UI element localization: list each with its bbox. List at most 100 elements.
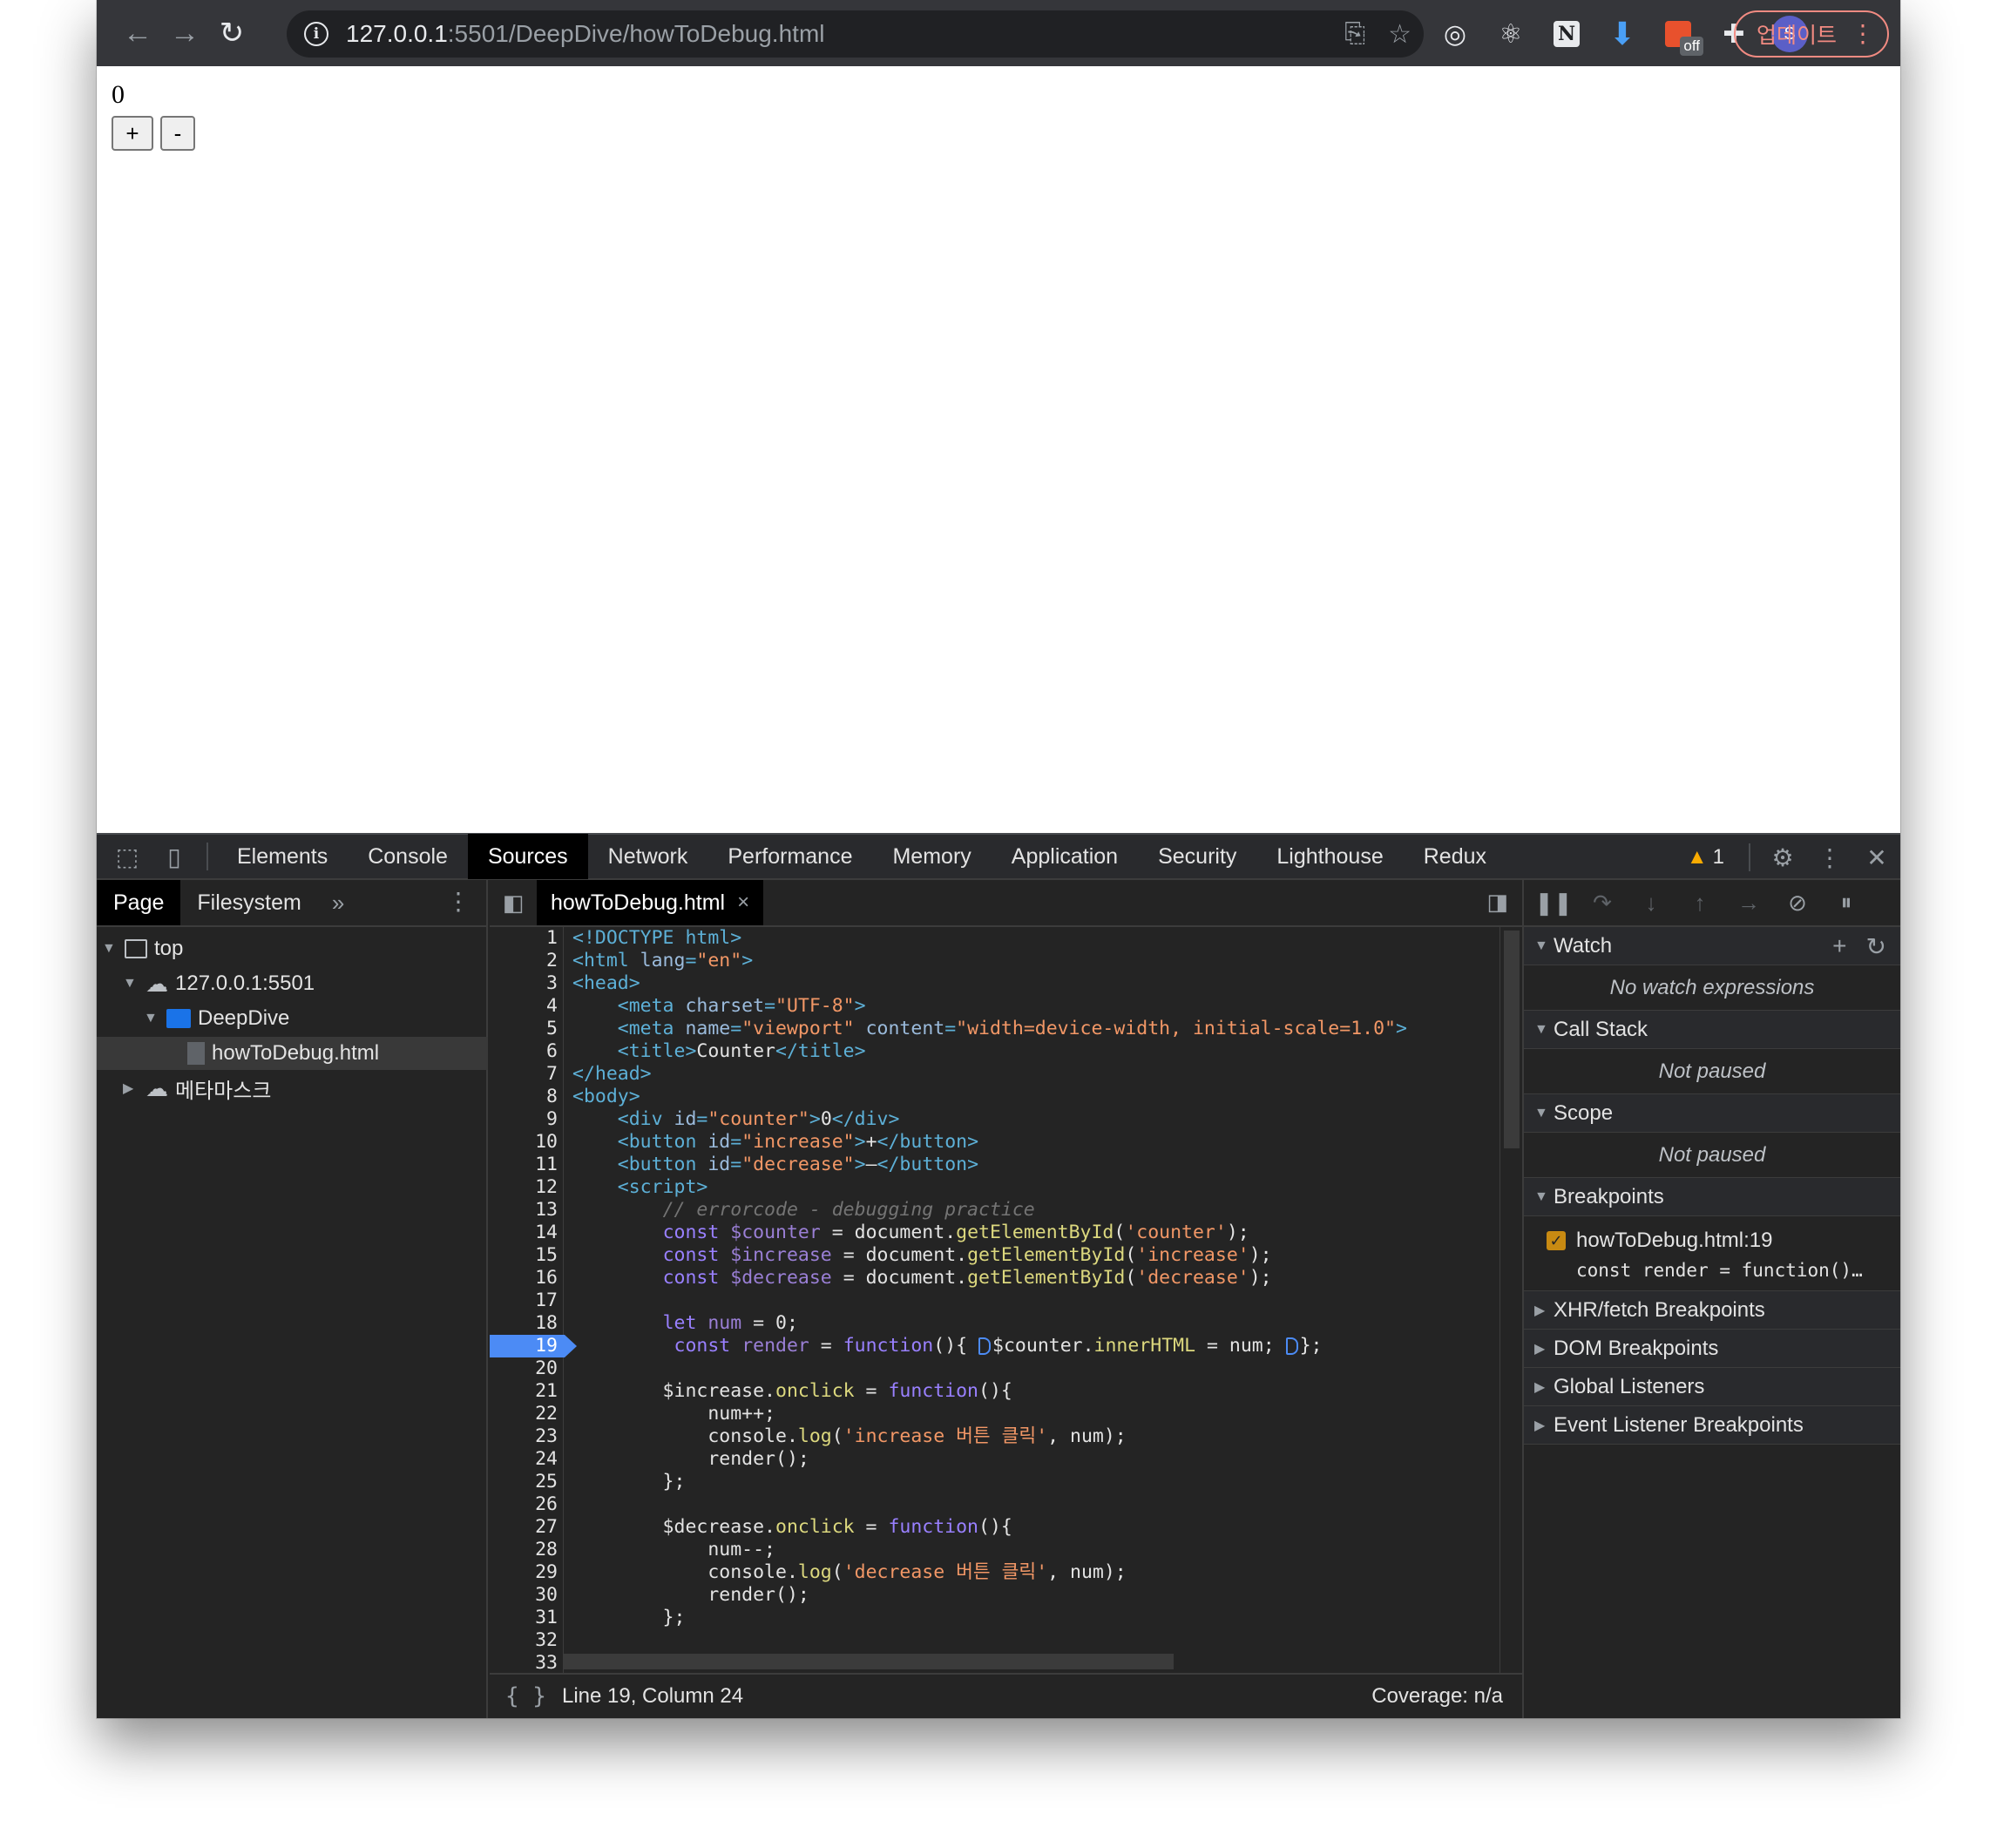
line-number[interactable]: 13: [490, 1199, 558, 1222]
line-number[interactable]: 24: [490, 1448, 558, 1471]
coverage-status[interactable]: Coverage: n/a: [1371, 1684, 1503, 1709]
translate-icon[interactable]: ⎘: [1344, 19, 1365, 49]
toggle-debugger-icon[interactable]: ◨: [1486, 889, 1508, 916]
line-number[interactable]: 30: [490, 1584, 558, 1607]
tree-item-folder[interactable]: ▼ DeepDive: [97, 1002, 488, 1035]
step-over-icon[interactable]: ↷: [1580, 880, 1625, 925]
tab-memory[interactable]: Memory: [872, 834, 991, 879]
line-number[interactable]: 14: [490, 1222, 558, 1244]
kebab-icon[interactable]: ⋮: [446, 887, 470, 916]
close-icon[interactable]: ✕: [1853, 835, 1900, 880]
download-icon[interactable]: ⬇: [1601, 12, 1644, 56]
toggle-navigator-icon[interactable]: ◧: [490, 890, 537, 917]
section-xhr-fetch-breakpoints[interactable]: ▶ XHR/fetch Breakpoints: [1524, 1291, 1900, 1330]
line-number[interactable]: 9: [490, 1108, 558, 1131]
tree-item-file[interactable]: howToDebug.html: [97, 1037, 488, 1070]
tab-filesystem[interactable]: Filesystem: [180, 880, 317, 925]
tree-item-top[interactable]: ▼ top: [97, 932, 488, 965]
address-bar[interactable]: i 127.0.0.1:5501/DeepDive/howToDebug.htm…: [287, 10, 1424, 58]
star-icon[interactable]: ☆: [1388, 19, 1411, 50]
pretty-print-icon[interactable]: { }: [505, 1683, 546, 1709]
line-number[interactable]: 6: [490, 1040, 558, 1063]
line-number[interactable]: 3: [490, 972, 558, 995]
line-number[interactable]: 17: [490, 1290, 558, 1312]
back-arrow-icon[interactable]: ←: [114, 10, 161, 57]
notion-extension[interactable]: N: [1545, 12, 1588, 56]
section-dom-breakpoints[interactable]: ▶ DOM Breakpoints: [1524, 1330, 1900, 1368]
warning-counter[interactable]: ▲ 1: [1687, 845, 1724, 870]
plus-icon[interactable]: +: [1832, 932, 1846, 961]
update-button[interactable]: 업데이트 ⋮: [1734, 10, 1889, 58]
section-global-listeners[interactable]: ▶ Global Listeners: [1524, 1368, 1900, 1406]
line-number[interactable]: 21: [490, 1380, 558, 1403]
line-number[interactable]: 27: [490, 1516, 558, 1539]
breakpoint-item[interactable]: ✓ howToDebug.html:19 const render = func…: [1524, 1216, 1900, 1291]
pause-icon[interactable]: ❚❚: [1531, 880, 1576, 925]
tab-redux[interactable]: Redux: [1404, 834, 1506, 879]
line-number[interactable]: 31: [490, 1607, 558, 1629]
scope-header[interactable]: ▼ Scope: [1524, 1094, 1900, 1133]
breakpoint-checkbox[interactable]: ✓: [1547, 1231, 1566, 1250]
line-number[interactable]: 10: [490, 1131, 558, 1154]
step-icon[interactable]: →: [1726, 880, 1771, 925]
react-icon[interactable]: ⚛: [1489, 12, 1533, 56]
line-number[interactable]: 32: [490, 1629, 558, 1652]
tab-page[interactable]: Page: [97, 880, 181, 925]
deactivate-breakpoints-icon[interactable]: ⊘: [1775, 880, 1820, 925]
target-icon[interactable]: ◎: [1433, 12, 1477, 56]
line-gutter[interactable]: 1 2 3 4 5 6 7 8 9 10 11 12 13 14 15 16 17 18 19 20 21 22 23 24 2…: [490, 927, 577, 1673]
off-extension[interactable]: off: [1656, 12, 1703, 56]
line-number[interactable]: 29: [490, 1561, 558, 1584]
info-icon[interactable]: i: [304, 22, 328, 46]
tree-item-host[interactable]: ▼ ☁ 127.0.0.1:5501: [97, 967, 488, 1000]
tab-security[interactable]: Security: [1138, 834, 1256, 879]
scroll-thumb[interactable]: [1504, 931, 1520, 1148]
gear-icon[interactable]: ⚙: [1759, 835, 1806, 880]
tree-item-metamask[interactable]: ▶ ☁ 메타마스크: [97, 1072, 488, 1105]
line-number[interactable]: 11: [490, 1154, 558, 1176]
breakpoint-line-number[interactable]: 19: [490, 1335, 565, 1357]
line-number[interactable]: 26: [490, 1493, 558, 1516]
close-icon[interactable]: ×: [737, 890, 749, 915]
line-number[interactable]: 12: [490, 1176, 558, 1199]
horizontal-scrollbar[interactable]: [564, 1650, 1499, 1673]
inspect-icon[interactable]: ⬚: [104, 834, 151, 879]
code-area[interactable]: 1 2 3 4 5 6 7 8 9 10 11 12 13 14 15 16 17 18 19 20 21 22 23 24 2…: [490, 927, 1522, 1673]
line-number[interactable]: 5: [490, 1018, 558, 1040]
line-number[interactable]: 18: [490, 1312, 558, 1335]
tab-console[interactable]: Console: [348, 834, 468, 879]
step-out-icon[interactable]: ↑: [1677, 880, 1723, 925]
kebab-icon[interactable]: ⋮: [1806, 835, 1853, 880]
section-event-listener-breakpoints[interactable]: ▶ Event Listener Breakpoints: [1524, 1406, 1900, 1445]
tab-performance[interactable]: Performance: [707, 834, 872, 879]
line-number[interactable]: 22: [490, 1403, 558, 1425]
line-number[interactable]: 7: [490, 1063, 558, 1086]
pause-on-exceptions-icon[interactable]: ⏸: [1824, 880, 1869, 925]
tab-sources[interactable]: Sources: [467, 834, 588, 879]
watch-header[interactable]: ▼ Watch + ↻: [1524, 927, 1900, 965]
step-into-icon[interactable]: ↓: [1628, 880, 1674, 925]
scroll-thumb[interactable]: [564, 1654, 1174, 1669]
more-tabs-icon[interactable]: »: [318, 890, 358, 917]
line-number[interactable]: 1: [490, 927, 558, 950]
tab-elements[interactable]: Elements: [217, 834, 348, 879]
tab-network[interactable]: Network: [588, 834, 708, 879]
breakpoints-header[interactable]: ▼ Breakpoints: [1524, 1178, 1900, 1216]
line-number[interactable]: 8: [490, 1086, 558, 1108]
increase-button[interactable]: +: [112, 116, 153, 151]
line-number[interactable]: 16: [490, 1267, 558, 1290]
refresh-icon[interactable]: ↻: [1866, 932, 1886, 961]
line-number[interactable]: 28: [490, 1539, 558, 1561]
device-toggle-icon[interactable]: ▯: [151, 834, 198, 879]
forward-arrow-icon[interactable]: →: [161, 10, 208, 57]
editor-file-tab[interactable]: howToDebug.html ×: [537, 880, 764, 925]
tab-application[interactable]: Application: [992, 834, 1138, 879]
call-stack-header[interactable]: ▼ Call Stack: [1524, 1011, 1900, 1049]
line-number[interactable]: 4: [490, 995, 558, 1018]
line-number[interactable]: 25: [490, 1471, 558, 1493]
tab-lighthouse[interactable]: Lighthouse: [1256, 834, 1403, 879]
reload-icon[interactable]: ↻: [208, 10, 255, 57]
line-number[interactable]: 2: [490, 950, 558, 972]
line-number[interactable]: 23: [490, 1425, 558, 1448]
line-number[interactable]: 33: [490, 1652, 558, 1673]
